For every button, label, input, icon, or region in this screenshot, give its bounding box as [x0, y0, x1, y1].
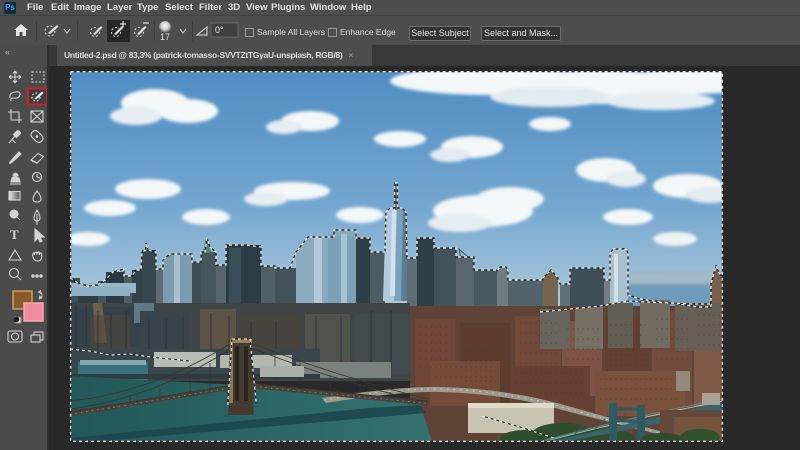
svg-text:17: 17 [160, 32, 170, 42]
svg-text:«: « [5, 47, 10, 57]
svg-text:T: T [10, 227, 19, 242]
svg-text:0°: 0° [215, 25, 224, 35]
